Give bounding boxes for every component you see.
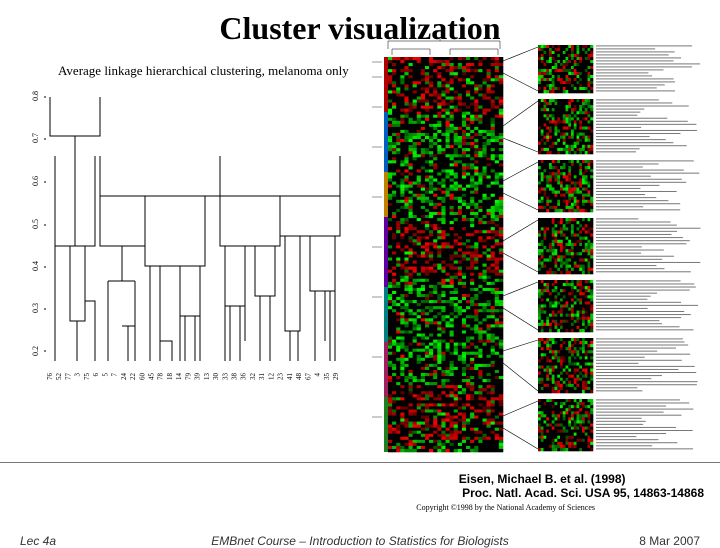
citation-line1: Eisen, Michael B. et al. (1998) <box>459 472 704 486</box>
svg-text:18: 18 <box>166 373 174 381</box>
svg-text:45: 45 <box>147 373 155 381</box>
heatmap-figure <box>370 37 710 457</box>
svg-text:32: 32 <box>249 373 257 381</box>
svg-text:0.3: 0.3 <box>31 303 40 313</box>
svg-text:29: 29 <box>332 373 340 381</box>
svg-text:0.4: 0.4 <box>31 261 40 271</box>
svg-text:0.2: 0.2 <box>31 346 40 356</box>
heatmap-panel <box>370 37 710 457</box>
svg-text:38: 38 <box>231 373 239 381</box>
svg-text:13: 13 <box>203 373 211 381</box>
svg-text:33: 33 <box>221 373 229 381</box>
svg-text:78: 78 <box>157 373 165 381</box>
svg-text:12: 12 <box>267 373 275 381</box>
dendrogram-panel: Average linkage hierarchical clustering,… <box>30 63 360 403</box>
svg-text:22: 22 <box>129 373 137 381</box>
dendrogram-plot: 0.8 0.7 0.6 0.5 0.4 0.3 0.2 <box>30 81 360 401</box>
svg-text:0.6: 0.6 <box>31 176 40 186</box>
footer-center: EMBnet Course – Introduction to Statisti… <box>0 534 720 548</box>
svg-text:76: 76 <box>46 373 54 381</box>
svg-text:75: 75 <box>83 373 91 381</box>
svg-text:24: 24 <box>120 373 128 381</box>
svg-text:6: 6 <box>92 373 100 377</box>
copyright: Copyright ©1998 by the National Academy … <box>416 503 595 512</box>
dendrogram-caption: Average linkage hierarchical clustering,… <box>58 63 349 79</box>
citation-line2: Proc. Natl. Acad. Sci. USA 95, 14863-148… <box>459 486 704 500</box>
svg-text:52: 52 <box>55 373 63 381</box>
svg-text:36: 36 <box>240 373 248 381</box>
footer-right: 8 Mar 2007 <box>639 534 700 548</box>
svg-text:0.7: 0.7 <box>31 133 40 143</box>
svg-text:7: 7 <box>111 373 119 377</box>
svg-text:23: 23 <box>277 373 285 381</box>
svg-text:60: 60 <box>138 373 146 381</box>
svg-text:5: 5 <box>101 373 109 377</box>
svg-text:30: 30 <box>212 373 220 381</box>
svg-text:35: 35 <box>323 373 331 381</box>
svg-text:79: 79 <box>184 373 192 381</box>
svg-text:67: 67 <box>304 373 312 381</box>
svg-text:14: 14 <box>175 373 183 381</box>
svg-text:31: 31 <box>258 373 266 381</box>
svg-text:0.5: 0.5 <box>31 219 40 229</box>
svg-text:39: 39 <box>194 373 202 381</box>
content-area: Average linkage hierarchical clustering,… <box>0 53 720 463</box>
svg-text:41: 41 <box>286 373 294 381</box>
svg-text:77: 77 <box>64 373 72 381</box>
citation: Eisen, Michael B. et al. (1998) Proc. Na… <box>459 472 704 501</box>
svg-text:48: 48 <box>295 373 303 381</box>
svg-text:0.8: 0.8 <box>31 91 40 101</box>
svg-text:3: 3 <box>74 373 82 377</box>
svg-text:4: 4 <box>314 373 322 377</box>
